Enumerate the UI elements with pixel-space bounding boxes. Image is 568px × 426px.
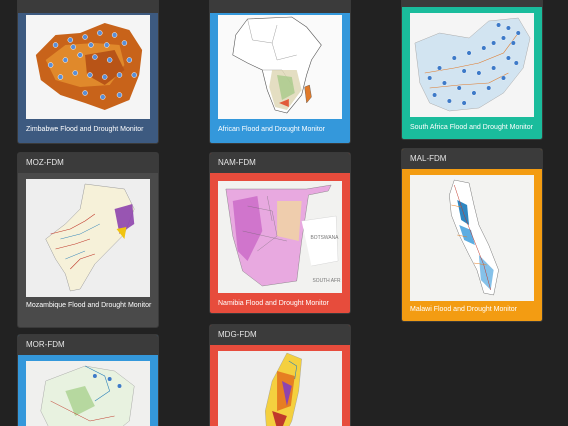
- map-thumbnail-namibia[interactable]: BOTSWANA SOUTH AFR: [218, 181, 342, 293]
- card-title: MAL-FDM: [402, 149, 542, 169]
- card-header: [402, 0, 542, 7]
- map-thumbnail-mor[interactable]: [26, 361, 150, 426]
- card-madagascar[interactable]: MDG-FDM: [209, 324, 351, 426]
- card-header: [18, 0, 158, 13]
- map-thumbnail-south-africa[interactable]: [410, 13, 534, 117]
- card-zimbabwe[interactable]: Zimbabwe Flood and Drought Monitor: [17, 0, 159, 144]
- map-thumbnail-madagascar[interactable]: [218, 351, 342, 426]
- card-namibia[interactable]: NAM-FDM BOTSWANA SOUTH AFR Namibia Flood…: [209, 152, 351, 314]
- card-title: MOZ-FDM: [18, 153, 158, 173]
- card-header: [210, 0, 350, 13]
- map-label-south-africa: SOUTH AFR: [312, 278, 341, 284]
- card-south-africa[interactable]: South Africa Flood and Drought Monitor: [401, 0, 543, 140]
- map-thumbnail-africa[interactable]: [218, 15, 342, 119]
- map-label-botswana: BOTSWANA: [311, 235, 340, 241]
- card-mor[interactable]: MOR-FDM: [17, 334, 159, 426]
- card-caption: Mozambique Flood and Drought Monitor: [26, 302, 152, 309]
- map-thumbnail-mozambique[interactable]: [26, 179, 150, 297]
- card-title: NAM-FDM: [210, 153, 350, 173]
- map-thumbnail-zimbabwe[interactable]: [26, 15, 150, 119]
- map-thumbnail-malawi[interactable]: [410, 175, 534, 301]
- card-caption: Malawi Flood and Drought Monitor: [410, 306, 517, 313]
- card-mozambique[interactable]: MOZ-FDM Mozambique Flood and Drought Mon…: [17, 152, 159, 328]
- card-title: MOR-FDM: [18, 335, 158, 355]
- card-caption: Zimbabwe Flood and Drought Monitor: [26, 126, 144, 133]
- card-malawi[interactable]: MAL-FDM Malawi Flood and Drought Monitor: [401, 148, 543, 322]
- monitor-gallery: Zimbabwe Flood and Drought Monitor Afric…: [0, 0, 568, 426]
- card-title: MDG-FDM: [210, 325, 350, 345]
- card-caption: Namibia Flood and Drought Monitor: [218, 300, 329, 307]
- card-caption: African Flood and Drought Monitor: [218, 126, 325, 133]
- card-caption: South Africa Flood and Drought Monitor: [410, 124, 533, 131]
- card-africa[interactable]: African Flood and Drought Monitor: [209, 0, 351, 144]
